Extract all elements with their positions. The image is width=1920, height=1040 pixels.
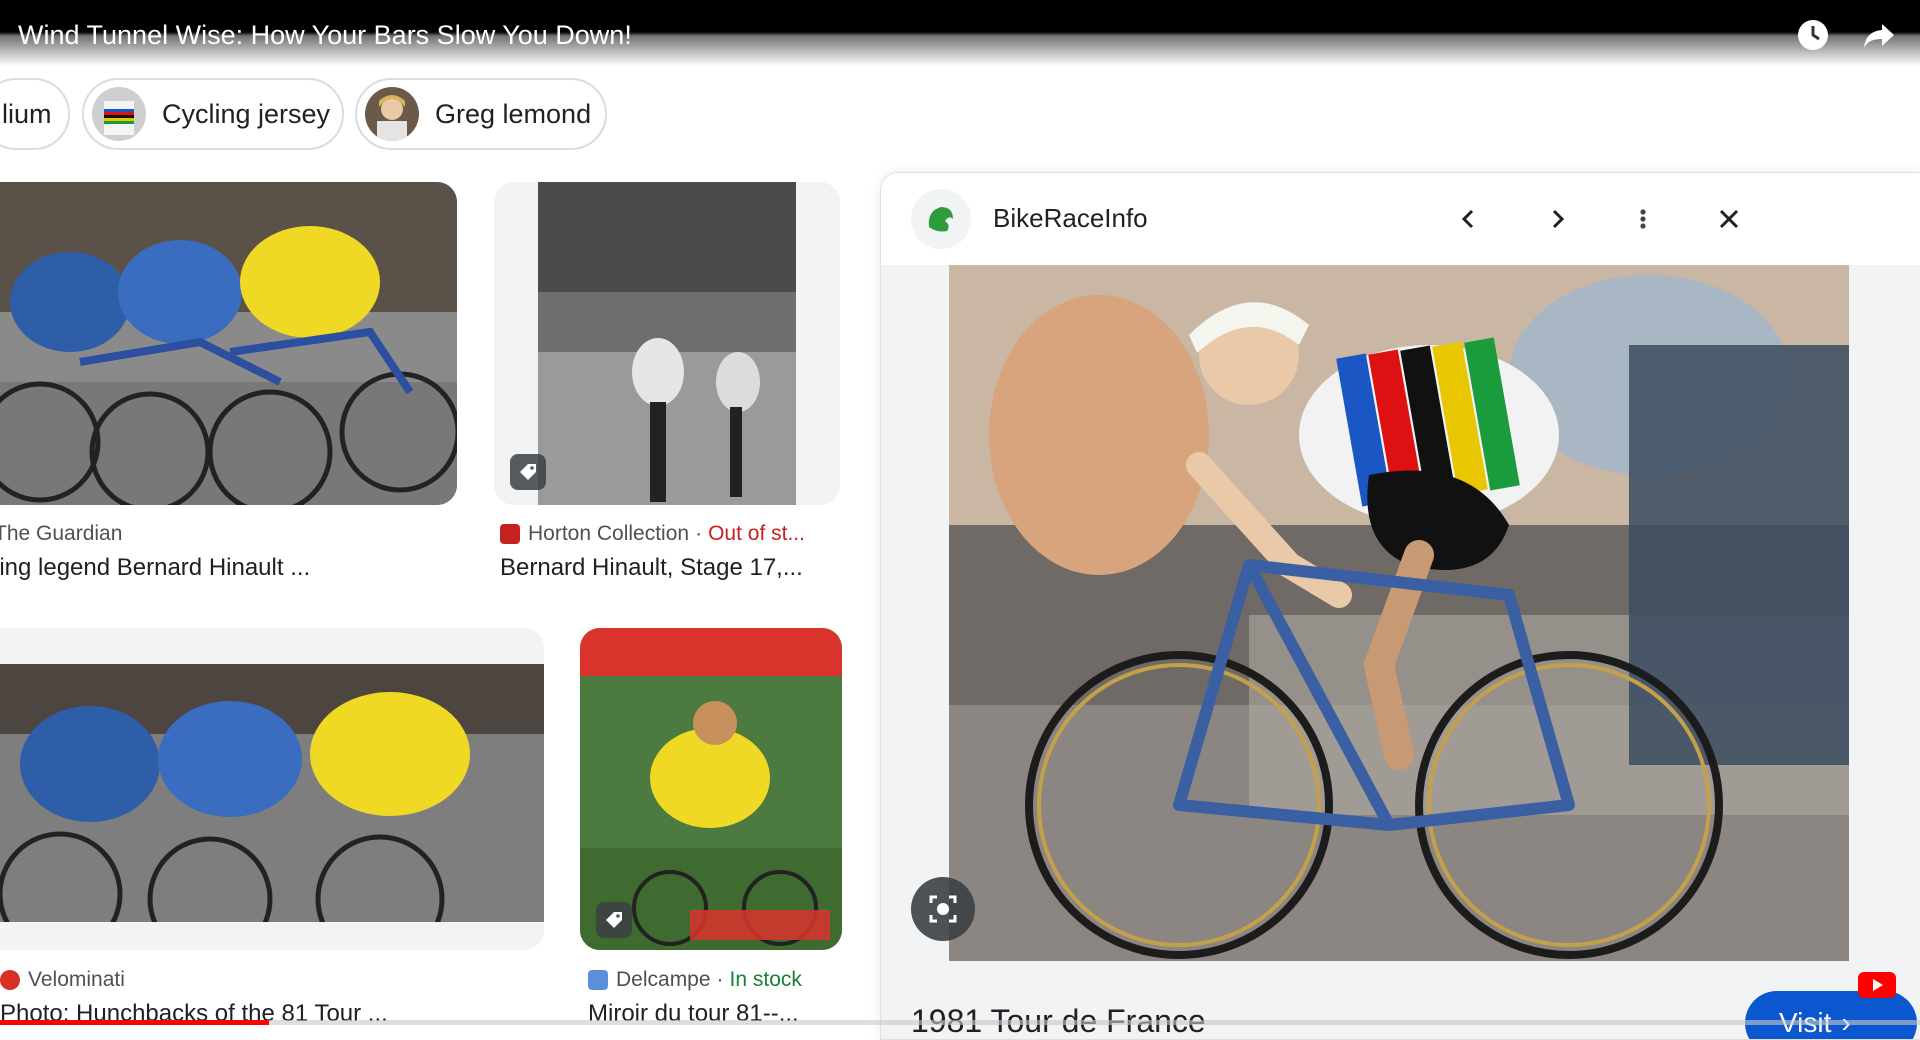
- result-title[interactable]: Bernard Hinault, Stage 17,...: [500, 554, 803, 582]
- velominati-favicon-icon: [0, 970, 20, 990]
- video-progress-bar[interactable]: [0, 1020, 1920, 1025]
- chip-label: lium: [2, 98, 52, 129]
- preview-image[interactable]: [949, 265, 1849, 961]
- watch-later-icon[interactable]: [1796, 18, 1830, 52]
- previous-icon[interactable]: [1445, 195, 1493, 243]
- visit-button[interactable]: Visit ›: [1745, 991, 1917, 1039]
- bikeraceinfo-logo-icon[interactable]: [911, 189, 971, 249]
- result-image-guardian[interactable]: [0, 182, 457, 505]
- video-progress-fill: [0, 1020, 269, 1025]
- delcampe-favicon-icon: [588, 970, 608, 990]
- more-options-icon[interactable]: [1619, 195, 1667, 243]
- tag-icon: [510, 454, 546, 490]
- separator-dot: ·: [695, 522, 703, 545]
- source-name: Velominati: [28, 968, 125, 991]
- image-preview-panel: BikeRaceInfo 1981 Tour de France Visit: [880, 172, 1920, 1040]
- source-name: Horton Collection: [528, 522, 690, 545]
- chip-greg-lemond[interactable]: Greg lemond: [355, 78, 607, 150]
- preview-site-name[interactable]: BikeRaceInfo: [993, 203, 1148, 234]
- result-image-horton[interactable]: [494, 182, 840, 505]
- chip-thumbnail: [92, 87, 146, 141]
- close-icon[interactable]: [1705, 195, 1753, 243]
- result-image-delcampe[interactable]: [580, 628, 842, 950]
- next-icon[interactable]: [1533, 195, 1581, 243]
- horton-favicon-icon: [500, 524, 520, 544]
- chip-thumbnail: [365, 87, 419, 141]
- chip-cycling-jersey[interactable]: Cycling jersey: [82, 78, 344, 150]
- preview-header: BikeRaceInfo: [881, 173, 1920, 265]
- separator-dot: ·: [716, 968, 724, 991]
- tag-icon: [596, 902, 632, 938]
- chip-podium[interactable]: lium: [0, 78, 70, 150]
- result-source[interactable]: Horton Collection · Out of st...: [500, 522, 805, 546]
- video-title[interactable]: Wind Tunnel Wise: How Your Bars Slow You…: [18, 20, 632, 51]
- stock-status: Out of st...: [708, 522, 805, 545]
- video-overlay-bar: Wind Tunnel Wise: How Your Bars Slow You…: [0, 0, 1920, 66]
- result-title[interactable]: ling legend Bernard Hinault ...: [0, 554, 310, 582]
- result-source[interactable]: Delcampe · In stock: [588, 968, 802, 992]
- source-name: Delcampe: [616, 968, 711, 991]
- chip-label: Greg lemond: [435, 98, 592, 129]
- youtube-subscribe-icon[interactable]: [1858, 972, 1896, 998]
- source-name: The Guardian: [0, 522, 123, 545]
- chip-label: Cycling jersey: [162, 98, 331, 129]
- share-icon[interactable]: [1862, 18, 1896, 52]
- result-source[interactable]: The Guardian: [0, 522, 122, 546]
- result-source[interactable]: Velominati: [0, 968, 125, 992]
- result-image-velominati[interactable]: [0, 628, 544, 950]
- stock-status: In stock: [729, 968, 802, 991]
- lens-search-icon[interactable]: [911, 877, 975, 941]
